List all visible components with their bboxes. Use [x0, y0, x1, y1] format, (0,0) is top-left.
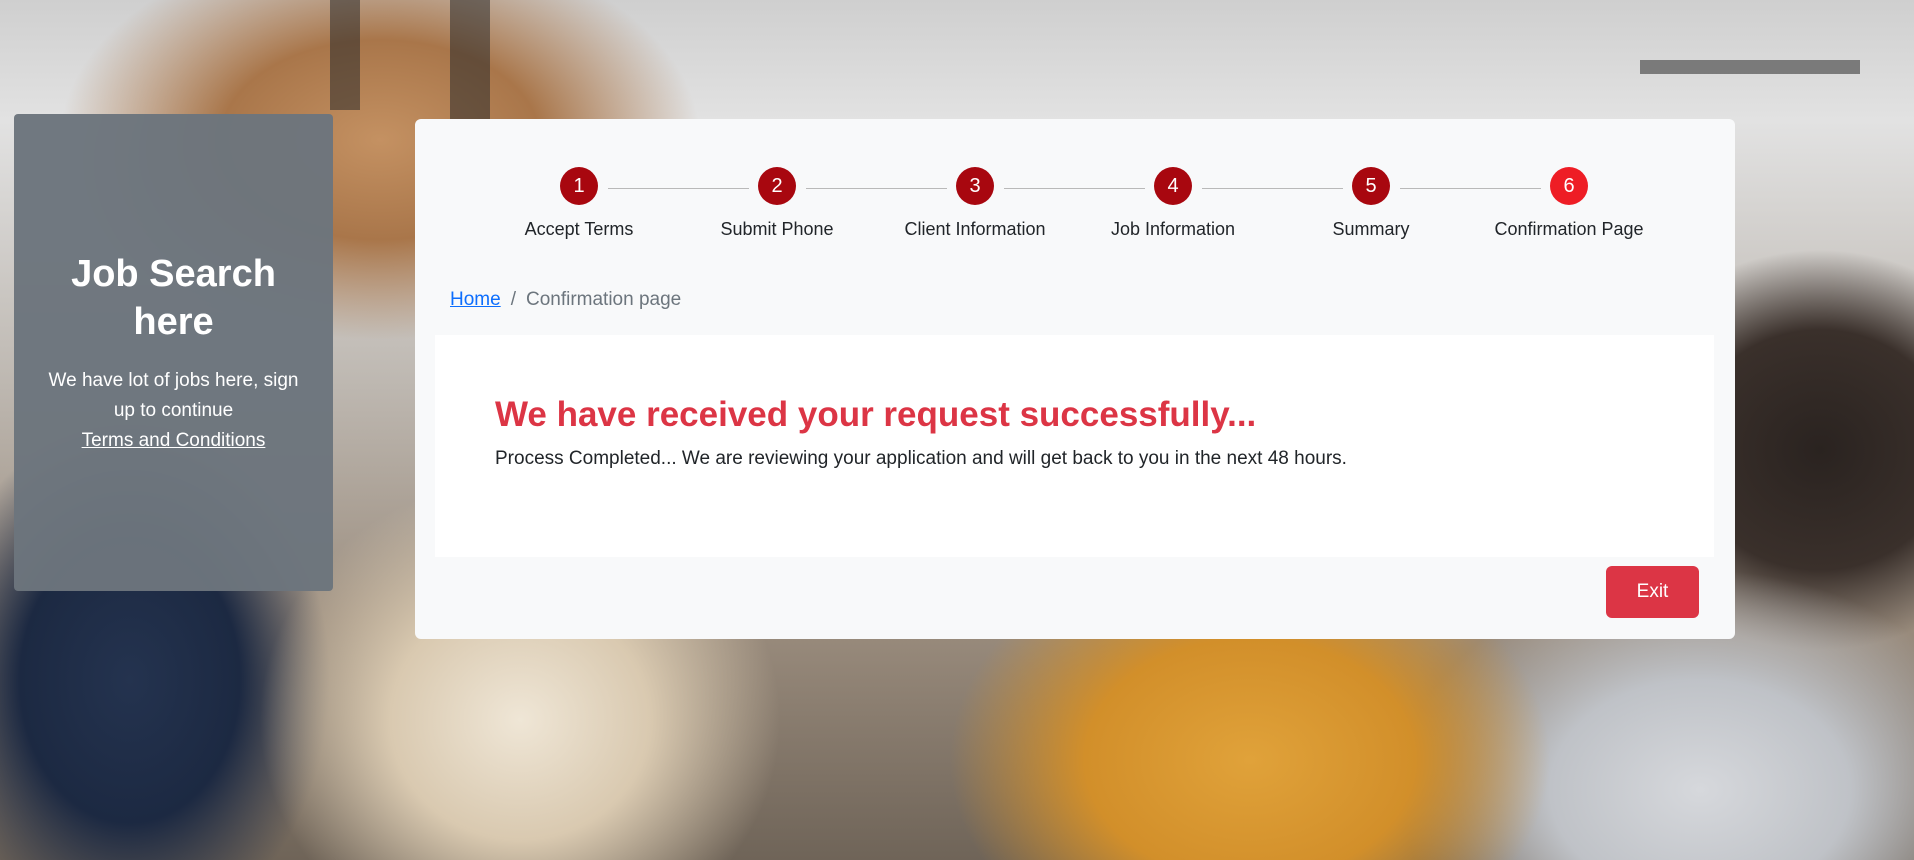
step-label: Client Information [904, 219, 1046, 239]
step-label: Submit Phone [720, 219, 834, 239]
side-info-card: Job Search here We have lot of jobs here… [14, 114, 333, 591]
step-job-information: 4 Job Information [1073, 167, 1273, 240]
step-summary: 5 Summary [1271, 167, 1471, 240]
step-label: Confirmation Page [1494, 219, 1644, 239]
breadcrumb-home-link[interactable]: Home [450, 289, 501, 310]
step-number: 1 [560, 167, 598, 205]
step-confirmation-page: 6 Confirmation Page [1469, 167, 1669, 240]
step-number: 4 [1154, 167, 1192, 205]
exit-button[interactable]: Exit [1606, 566, 1699, 618]
progress-stepper: 1 Accept Terms 2 Submit Phone 3 Client I… [415, 167, 1735, 257]
breadcrumb-separator: / [510, 289, 516, 310]
step-number: 3 [956, 167, 994, 205]
step-label: Job Information [1110, 219, 1236, 239]
step-client-information: 3 Client Information [875, 167, 1075, 240]
background-ceiling-beam [450, 0, 490, 120]
confirmation-message: Process Completed... We are reviewing yo… [495, 448, 1347, 469]
side-card-text: We have lot of jobs here, sign up to con… [48, 369, 299, 421]
background-ceiling-beam [330, 0, 360, 110]
step-label: Accept Terms [524, 219, 634, 239]
breadcrumb: Home / Confirmation page [450, 289, 681, 311]
background-ceiling-pipe [1640, 60, 1860, 74]
main-card: 1 Accept Terms 2 Submit Phone 3 Client I… [415, 119, 1735, 639]
step-label: Summary [1332, 219, 1410, 239]
confirmation-headline: We have received your request successful… [495, 395, 1257, 434]
step-number: 2 [758, 167, 796, 205]
step-accept-terms: 1 Accept Terms [479, 167, 679, 240]
step-number: 5 [1352, 167, 1390, 205]
side-card-title: Job Search here [71, 252, 276, 343]
breadcrumb-current: Confirmation page [525, 289, 682, 310]
confirmation-panel: We have received your request successful… [435, 335, 1714, 557]
step-submit-phone: 2 Submit Phone [677, 167, 877, 240]
step-number-active: 6 [1550, 167, 1588, 205]
terms-and-conditions-link[interactable]: Terms and Conditions [82, 426, 266, 456]
